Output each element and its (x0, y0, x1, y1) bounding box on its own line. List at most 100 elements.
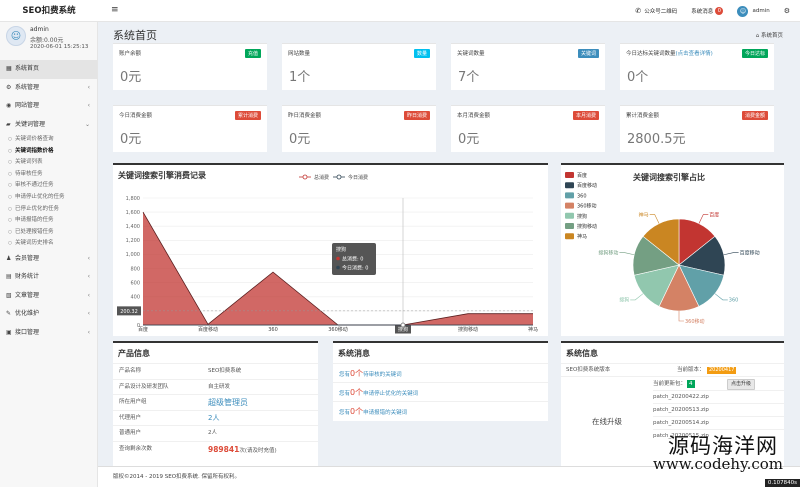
update-row: 当前更新包： 4 点击升级 (653, 376, 784, 390)
sidebar-item-system[interactable]: ⚙ 系统管理 ‹ (0, 79, 97, 98)
table-row: 产品设计及研发团队 自主研发 (113, 378, 318, 395)
sidebar-item-label: 接口管理 (15, 328, 40, 336)
message-item[interactable]: 您有0个申请报错的关键词 (333, 401, 548, 420)
submenu-item[interactable]: ○ 关键词列表 (0, 157, 97, 169)
sidebar-item-optimize[interactable]: ✎ 优化维护 ‹ (0, 305, 97, 324)
stat-label: 昨日消费金额 (288, 113, 322, 119)
sidebar-item-finance[interactable]: ▤ 财务统计 ‹ (0, 268, 97, 287)
patch-item: patch_20200513.zip (653, 403, 784, 416)
legend-label: 百度 (577, 172, 587, 179)
main-content: 系统首页 ⌂ 系统首页 账户余额 充值 0元 网站数量 数量 1个 关键词数量 … (98, 22, 800, 487)
avatar: ☺ (737, 5, 749, 17)
stat-card-today-spend: 今日消费金额 累计消费 0元 (113, 105, 267, 152)
stat-value: 0元 (289, 132, 311, 147)
table-row: 产品名称 SEO扣费系统 (113, 363, 318, 379)
product-info-box: 产品信息 产品名称 SEO扣费系统 产品设计及研发团队 自主研发 所在用户组 超级管理… (113, 341, 318, 466)
stat-label: 今日达标关键词数量(点击查看详情) (626, 49, 713, 57)
circle-icon: ○ (8, 171, 12, 177)
circle-icon: ○ (8, 229, 12, 235)
chevron-left-icon: ‹ (87, 310, 90, 318)
sidebar-item-home[interactable]: ▦ 系统首页 (0, 60, 97, 79)
circle-icon: ○ (8, 183, 12, 189)
message-item[interactable]: 您有0个申请停止优化的关键词 (333, 382, 548, 401)
submenu-item[interactable]: ○ 关键词历史排名 (0, 238, 97, 250)
box-title: 系统消息 (338, 349, 370, 358)
submenu-item[interactable]: ○ 关键词价格查询 (0, 134, 97, 146)
user-panel: ☺ admin 余额:0.00元 2020-06-01 15:25:13 (0, 22, 97, 60)
x-tick-label: 360 (268, 327, 278, 333)
submenu-item[interactable]: ○ 申请报错的任务 (0, 215, 97, 227)
keyword-submenu: ○ 关键词价格查询 ○ 关键词指数价格 ○ 关键词列表 ○ 待审核任务 ○ 审核不通过任务… (0, 134, 97, 250)
wechat-qrcode-button[interactable]: ✆ 公众号二维码 (628, 0, 684, 22)
pie-label: 百度移动 (740, 249, 760, 256)
cog-icon: ⚙ (6, 83, 12, 91)
chevron-left-icon: ‹ (87, 102, 90, 109)
menu-toggle-icon[interactable]: ≡ (111, 5, 119, 15)
sidebar-item-api[interactable]: ▣ 接口管理 ‹ (0, 324, 97, 343)
x-tick-label: 神马 (528, 326, 538, 333)
stat-card-keywords: 关键词数量 关键词 7个 (451, 43, 605, 90)
user-balance: 余额:0.00元 (30, 37, 64, 44)
stat-card-month-spend: 本月消费金额 本月消费 0元 (451, 105, 605, 152)
y-tick-label: 800 (130, 266, 140, 272)
chevron-left-icon: ‹ (87, 291, 90, 299)
submenu-item[interactable]: ○ 已处理报错任务 (0, 227, 97, 239)
chevron-left-icon: ‹ (87, 273, 90, 281)
sidebar-item-label: 文章管理 (15, 291, 40, 299)
stat-label: 账户余额 (119, 51, 142, 57)
stat-value: 1个 (289, 70, 311, 85)
pie-label-line (649, 214, 660, 224)
submenu-item[interactable]: ○ 待审核任务 (0, 169, 97, 181)
area-chart[interactable]: 02004006008001,0001,2001,4001,6001,800百度… (113, 165, 548, 335)
message-text: 申请报错的关键词 (363, 410, 408, 416)
legend-marker (302, 174, 308, 180)
row-value: 2人 (208, 413, 220, 422)
table-row: 查询剩余次数 989841次(请及时充值) (113, 440, 318, 457)
wechat-label: 公众号二维码 (644, 9, 678, 15)
sidebar-item-articles[interactable]: ▧ 文章管理 ‹ (0, 287, 97, 306)
box-title: 产品信息 (118, 349, 150, 358)
messages-badge: 0 (715, 7, 724, 15)
version-row: SEO扣费系统版本 当前版本： 20200417 (561, 363, 784, 376)
submenu-item[interactable]: ○ 申请停止优化的任务 (0, 192, 97, 204)
sidebar-item-label: 财务统计 (15, 273, 40, 281)
tooltip-title: 搜狗 (336, 246, 346, 253)
submenu-label: 申请停止优化的任务 (15, 193, 65, 200)
sidebar-item-keywords[interactable]: ▰ 关键词管理 ⌄ (0, 116, 97, 135)
user-menu[interactable]: ☺ admin (730, 0, 776, 22)
message-item[interactable]: 您有0个待审核的关键词 (333, 363, 548, 382)
y-tick-label: 400 (130, 295, 140, 301)
submenu-item[interactable]: ○ 关键词指数价格 (0, 146, 97, 158)
table-row: 所在用户组 超级管理员 (113, 394, 318, 410)
upgrade-button[interactable]: 点击升级 (727, 379, 756, 390)
breadcrumb-label: 系统首页 (760, 33, 783, 39)
message-prefix: 您有 (339, 410, 351, 416)
stat-label: 今日消费金额 (119, 113, 153, 119)
recharge-button[interactable]: 充值 (244, 49, 261, 58)
consumption-chart-box: 关键词搜索引擎消费记录 02004006008001,0001,2001,400… (113, 163, 548, 336)
y-tick-label: 1,600 (126, 210, 140, 216)
submenu-label: 申请报错的任务 (15, 217, 54, 224)
submenu-item[interactable]: ○ 审核不通过任务 (0, 180, 97, 192)
circle-icon: ○ (8, 194, 12, 200)
dashboard-icon: ▦ (6, 65, 12, 72)
y-tick-label: 600 (130, 280, 140, 286)
legend-swatch (565, 233, 574, 240)
pie-chart[interactable]: 百度百度移动360360移动搜狗搜狗移动神马百度百度移动360360移动搜狗搜狗… (561, 165, 784, 335)
breadcrumb[interactable]: ⌂ 系统首页 (756, 31, 783, 39)
stat-value: 0元 (120, 70, 142, 85)
view-details-link[interactable]: (点击查看详情) (676, 51, 713, 57)
row-key: 普通用户 (119, 430, 142, 436)
copyright-text: 版权©2014 - 2019 SEO扣费系统. 保留所有权利。 (113, 474, 241, 480)
system-messages-button[interactable]: 系统消息 0 (684, 0, 730, 22)
sidebar-item-members[interactable]: ♟ 会员管理 ‹ (0, 250, 97, 269)
brand-logo[interactable]: SEO扣费系统 (0, 0, 98, 22)
submenu-item[interactable]: ○ 已停止优化的任务 (0, 204, 97, 216)
settings-button[interactable]: ⚙ (777, 0, 800, 22)
stat-card-balance: 账户余额 充值 0元 (113, 43, 267, 90)
stat-card-today-ranked: 今日达标关键词数量(点击查看详情) 今日达标 0个 (620, 43, 774, 90)
update-count-badge: 4 (687, 380, 695, 388)
pie-label: 搜狗移动 (598, 249, 618, 256)
x-tick-label: 搜狗移动 (458, 326, 478, 333)
sidebar-item-sites[interactable]: ◉ 网站管理 ‹ (0, 97, 97, 116)
